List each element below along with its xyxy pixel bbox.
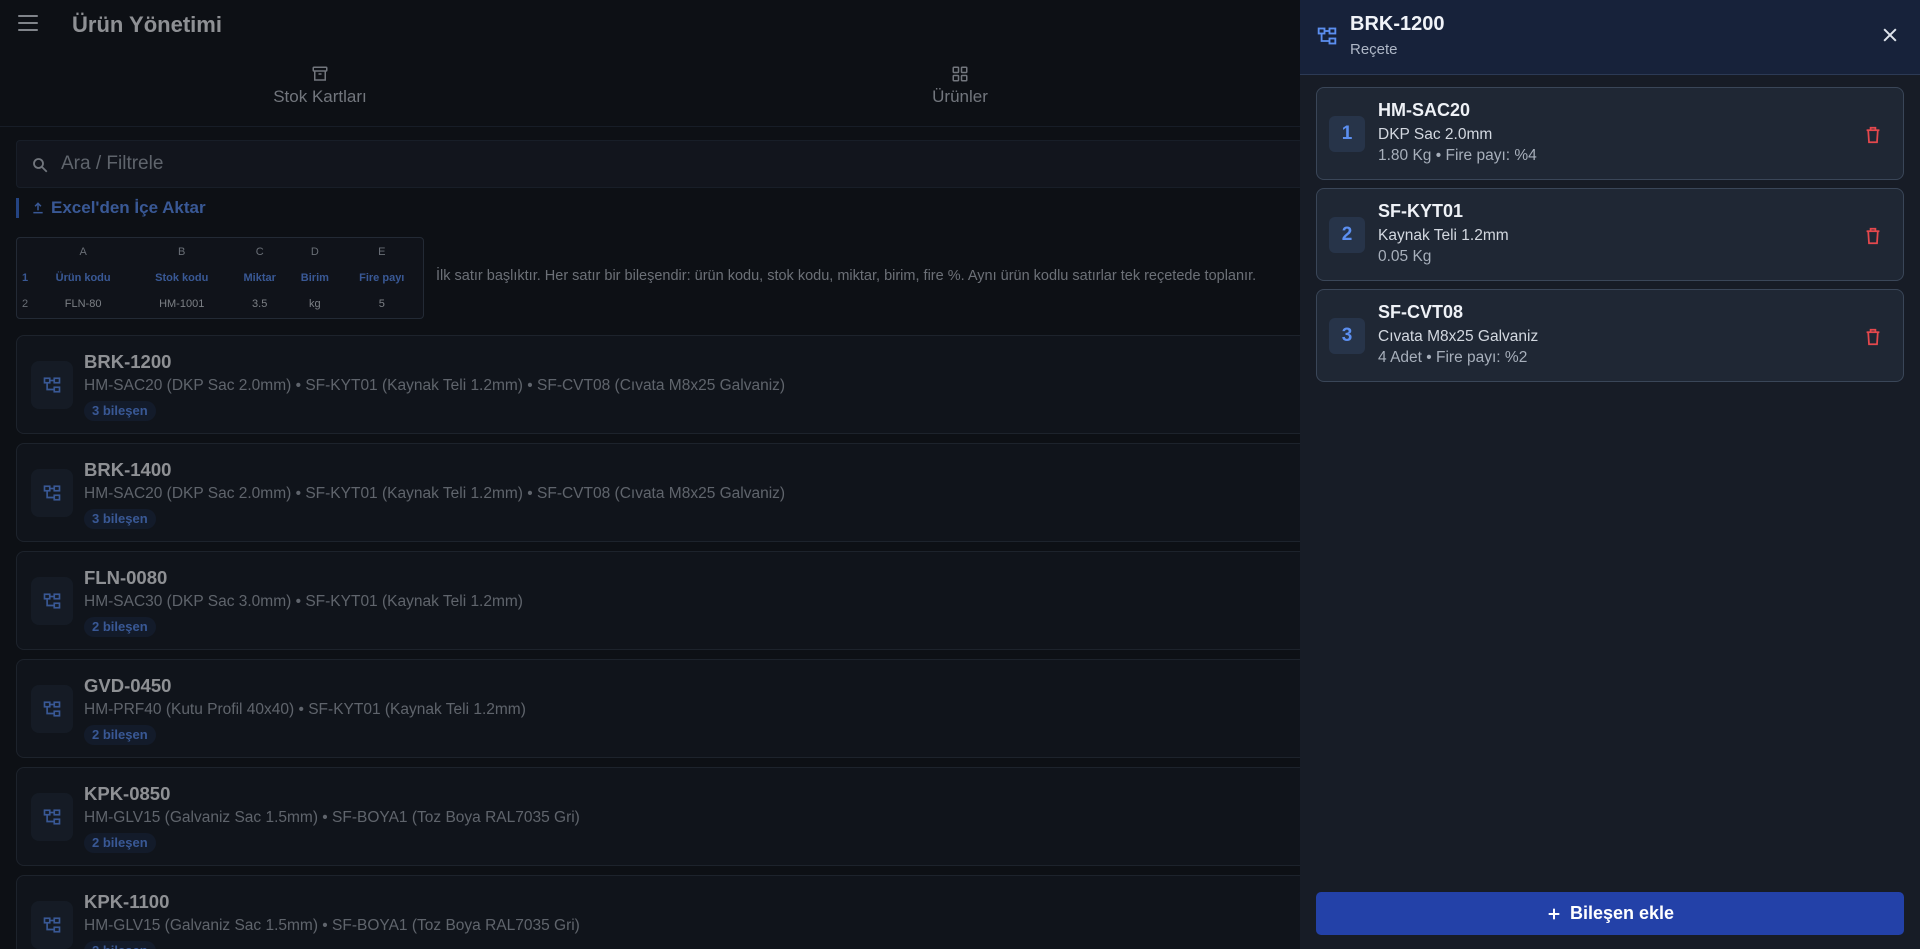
sheet-cell: Fire payı	[359, 272, 405, 284]
tab-label: Ürünler	[932, 87, 988, 106]
sheet-cell: 3.5	[252, 298, 268, 310]
sheet-column-header: B	[178, 245, 186, 258]
sheet-cell: Ürün kodu	[55, 272, 111, 284]
component-count-badge: 3 bileşen	[84, 509, 156, 529]
excel-import-link[interactable]: Excel'den İçe Aktar	[16, 198, 206, 218]
sheet-column-header: D	[310, 245, 319, 258]
recipe-drawer: BRK-1200 Reçete 1 HM-SAC20 DKP Sac 2.0mm…	[1300, 0, 1920, 949]
component-quantity: 1.80 Kg • Fire payı: %4	[1378, 147, 1537, 164]
recipe-tree-icon	[31, 577, 73, 625]
drawer-header: BRK-1200 Reçete	[1300, 0, 1920, 75]
tab-label: Stok Kartları	[273, 87, 367, 106]
tab-products[interactable]: Ürünler	[800, 55, 1120, 127]
component-code: SF-KYT01	[1378, 201, 1464, 221]
archive-icon	[312, 66, 328, 81]
product-code: KPK-0850	[84, 783, 171, 804]
component-code: SF-CVT08	[1378, 302, 1464, 322]
menu-icon[interactable]	[18, 15, 38, 31]
upload-icon	[33, 202, 43, 214]
sheet-cell: FLN-80	[64, 298, 102, 310]
product-card[interactable]: GVD-0450 HM-PRF40 (Kutu Profil 40x40) • …	[16, 659, 1356, 758]
drawer-title: BRK-1200	[1350, 13, 1445, 35]
search-icon	[33, 158, 48, 173]
grid-icon	[952, 66, 968, 82]
recipe-tree-icon	[1317, 27, 1337, 45]
component-name: Kaynak Teli 1.2mm	[1378, 227, 1509, 244]
search-box	[16, 140, 1336, 188]
product-components: HM-GLV15 (Galvaniz Sac 1.5mm) • SF-BOYA1…	[84, 917, 580, 934]
component-index: 3	[1329, 318, 1365, 354]
sheet-cell: 5	[378, 298, 385, 310]
product-card[interactable]: FLN-0080 HM-SAC30 (DKP Sac 3.0mm) • SF-K…	[16, 551, 1356, 650]
component-count-badge: 2 bileşen	[84, 833, 156, 853]
component-quantity: 4 Adet • Fire payı: %2	[1378, 349, 1528, 366]
delete-icon[interactable]	[1865, 227, 1881, 245]
sheet-cell: HM-1001	[159, 298, 205, 310]
delete-icon[interactable]	[1865, 126, 1881, 144]
sheet-column-header: E	[378, 245, 386, 258]
recipe-tree-icon	[31, 469, 73, 517]
component-count-badge: 3 bileşen	[84, 401, 156, 421]
component-code: HM-SAC20	[1378, 100, 1471, 120]
product-code: FLN-0080	[84, 567, 168, 588]
page-title: Ürün Yönetimi	[72, 12, 222, 37]
component-count-badge: 2 bileşen	[84, 617, 156, 637]
search-input[interactable]	[61, 141, 1261, 187]
sheet-cell: Miktar	[243, 272, 276, 284]
sheet-column-header: C	[255, 245, 264, 258]
recipe-tree-icon	[31, 901, 73, 949]
component-name: DKP Sac 2.0mm	[1378, 126, 1493, 143]
product-code: GVD-0450	[84, 675, 172, 696]
product-card[interactable]: BRK-1200 HM-SAC20 (DKP Sac 2.0mm) • SF-K…	[16, 335, 1356, 434]
component-name: Cıvata M8x25 Galvaniz	[1378, 328, 1539, 345]
sheet-cell: Birim	[300, 272, 329, 284]
recipe-tree-icon	[31, 685, 73, 733]
app-root: Ürün Yönetimi Stok Kartları Ürünler Exce…	[0, 0, 1920, 949]
recipe-component: 1 HM-SAC20 DKP Sac 2.0mm 1.80 Kg • Fire …	[1316, 87, 1904, 180]
add-component-label: Bileşen ekle	[1569, 903, 1675, 923]
recipe-component: 2 SF-KYT01 Kaynak Teli 1.2mm 0.05 Kg	[1316, 188, 1904, 281]
product-components: HM-GLV15 (Galvaniz Sac 1.5mm) • SF-BOYA1…	[84, 809, 580, 826]
product-card[interactable]: KPK-0850 HM-GLV15 (Galvaniz Sac 1.5mm) •…	[16, 767, 1356, 866]
close-icon[interactable]	[1880, 25, 1900, 45]
recipe-tree-icon	[31, 361, 73, 409]
component-quantity: 0.05 Kg	[1378, 248, 1432, 265]
product-components: HM-PRF40 (Kutu Profil 40x40) • SF-KYT01 …	[84, 701, 526, 718]
sheet-row-number: 2	[21, 298, 29, 310]
import-help-text: İlk satır başlıktır. Her satır bir bileş…	[436, 268, 1257, 284]
product-code: BRK-1200	[84, 351, 172, 372]
component-count-badge: 2 bileşen	[84, 725, 156, 745]
product-code: BRK-1400	[84, 459, 172, 480]
component-index: 1	[1329, 116, 1365, 152]
sheet-cell: Stok kodu	[155, 272, 209, 284]
component-count-badge: 2 bileşen	[84, 941, 156, 949]
recipe-component: 3 SF-CVT08 Cıvata M8x25 Galvaniz 4 Adet …	[1316, 289, 1904, 382]
drawer-subtitle: Reçete	[1350, 41, 1398, 58]
product-card[interactable]: BRK-1400 HM-SAC20 (DKP Sac 2.0mm) • SF-K…	[16, 443, 1356, 542]
import-label: Excel'den İçe Aktar	[51, 198, 206, 217]
product-card[interactable]: KPK-1100 HM-GLV15 (Galvaniz Sac 1.5mm) •…	[16, 875, 1356, 949]
delete-icon[interactable]	[1865, 328, 1881, 346]
product-code: KPK-1100	[84, 891, 170, 912]
sheet-column-header: A	[79, 245, 87, 258]
recipe-tree-icon	[31, 793, 73, 841]
product-components: HM-SAC20 (DKP Sac 2.0mm) • SF-KYT01 (Kay…	[84, 377, 786, 394]
product-components: HM-SAC30 (DKP Sac 3.0mm) • SF-KYT01 (Kay…	[84, 593, 523, 610]
sheet-row-number: 1	[21, 272, 29, 284]
product-components: HM-SAC20 (DKP Sac 2.0mm) • SF-KYT01 (Kay…	[84, 485, 786, 502]
excel-format-example: A B C D E 1 Ürün kodu Stok kodu Miktar B…	[16, 237, 424, 319]
tab-stock-cards[interactable]: Stok Kartları	[160, 55, 480, 127]
component-index: 2	[1329, 217, 1365, 253]
plus-icon	[1548, 908, 1560, 919]
add-component-button[interactable]: Bileşen ekle	[1316, 892, 1904, 935]
sheet-cell: kg	[309, 298, 321, 310]
